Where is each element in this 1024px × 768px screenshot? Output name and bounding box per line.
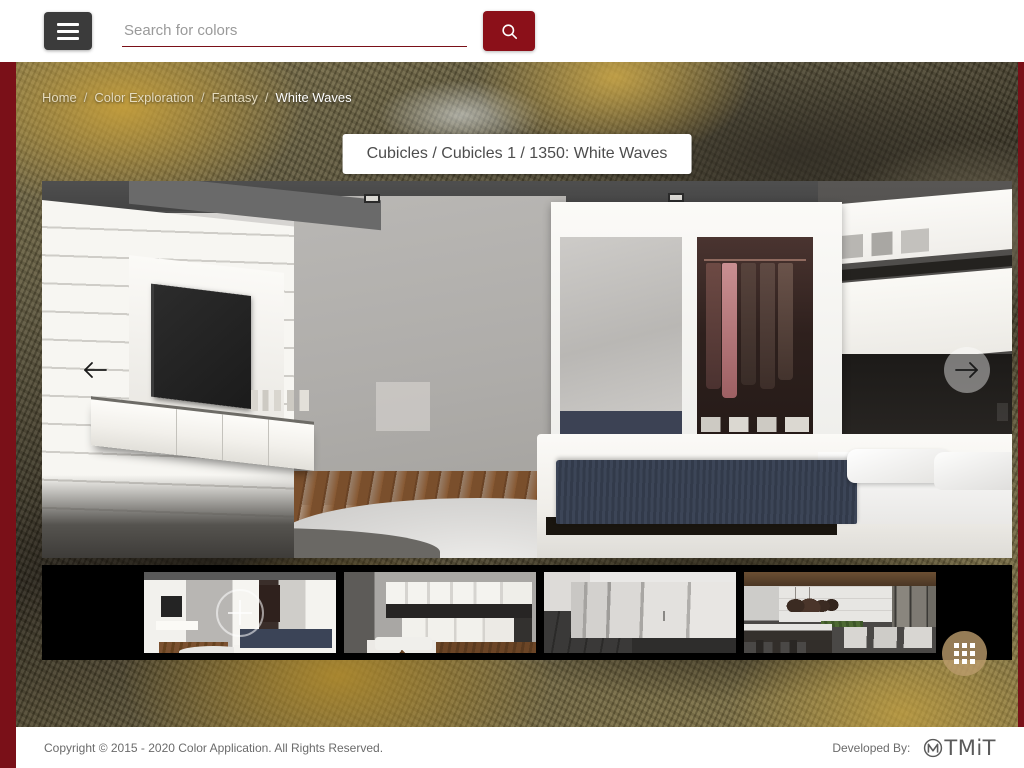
thumbnail-image-cafeteria — [744, 572, 936, 653]
scene-decor-objects — [250, 390, 309, 411]
apps-grid-icon-dot — [954, 643, 959, 648]
thumb-pendant-lamps — [786, 586, 856, 613]
thumbnail-image-kitchen — [344, 572, 536, 653]
scene-ceiling-spotlight — [364, 193, 381, 203]
thumbnail-item-kitchen[interactable] — [344, 572, 536, 653]
scene-wardrobe-mirror — [559, 237, 683, 455]
scene-wardrobe — [551, 201, 843, 474]
scene-headboard-accent — [996, 403, 1009, 422]
breadcrumb-separator: / — [201, 90, 205, 105]
right-rail — [1018, 0, 1024, 768]
scene-garment — [706, 263, 722, 389]
scene-back-wall — [294, 196, 566, 506]
tmit-logo-text: TMiT — [944, 735, 996, 760]
breadcrumb-item-color-exploration[interactable]: Color Exploration — [94, 90, 194, 105]
tmit-logo-mark — [924, 738, 943, 757]
breadcrumb-separator: / — [264, 90, 269, 105]
breadcrumb-item-home[interactable]: Home — [42, 90, 77, 105]
thumb-backsplash — [386, 604, 533, 619]
left-rail — [0, 0, 16, 768]
scene-bed-blanket — [556, 460, 857, 525]
developed-by-block: Developed By: TMiT — [832, 736, 996, 760]
scene-ceiling-spotlight — [667, 193, 684, 203]
thumb-upper-cabinets — [386, 581, 533, 605]
scene-garment — [778, 263, 794, 381]
top-header — [0, 0, 1024, 62]
breadcrumb-item-fantasy[interactable]: Fantasy — [212, 90, 258, 105]
search-field-wrapper — [122, 15, 467, 47]
apps-grid-icon-dot — [954, 651, 959, 656]
thumb-tables — [843, 627, 933, 649]
apps-grid-icon-dot — [970, 651, 975, 656]
scene-left-wall-shadow — [42, 475, 295, 558]
content-area: Home / Color Exploration / Fantasy / Whi… — [16, 62, 1018, 727]
developed-by-label: Developed By: — [832, 740, 911, 755]
app-root: Home / Color Exploration / Fantasy / Whi… — [0, 0, 1024, 768]
apps-grid-icon-dot — [954, 659, 959, 664]
page-footer: Copyright © 2015 - 2020 Color Applicatio… — [16, 727, 1024, 768]
hamburger-icon-bar — [57, 29, 79, 33]
thumb-sideboard — [155, 620, 198, 631]
scene-garment — [722, 263, 738, 398]
breadcrumb-separator: / — [83, 90, 88, 105]
plus-circle-icon — [216, 588, 264, 637]
scene-wardrobe-rod — [703, 258, 807, 261]
apps-grid-icon-dot — [962, 651, 967, 656]
thumb-stools — [755, 640, 833, 653]
apps-grid-icon-dot — [970, 643, 975, 648]
breadcrumb: Home / Color Exploration / Fantasy / Whi… — [42, 90, 352, 105]
scene-wardrobe-open — [696, 237, 814, 455]
next-image-button[interactable] — [944, 346, 990, 393]
thumbnail-strip[interactable] — [42, 565, 1012, 660]
tmit-logo-icon[interactable]: TMiT — [922, 736, 996, 760]
apps-grid-icon-dot — [962, 643, 967, 648]
scene-shoe-shelf — [701, 417, 809, 433]
scene-garment — [759, 263, 775, 389]
arrow-left-icon — [84, 361, 107, 378]
thumb-tv — [161, 596, 183, 618]
hamburger-icon-bar — [57, 22, 79, 26]
search-submit-button[interactable] — [483, 11, 535, 51]
apps-grid-fab-button[interactable] — [942, 631, 987, 676]
copyright-text: Copyright © 2015 - 2020 Color Applicatio… — [44, 740, 384, 755]
apps-grid-icon-dot — [970, 659, 975, 664]
thumbnail-item-cubicles[interactable] — [544, 572, 736, 653]
breadcrumb-item-white-waves[interactable]: White Waves — [276, 90, 352, 105]
thumb-table — [374, 636, 433, 650]
page-title-card: Cubicles / Cubicles 1 / 1350: White Wave… — [342, 134, 692, 174]
search-icon — [501, 23, 517, 39]
scene-wall-panel — [375, 381, 430, 431]
arrow-right-icon — [955, 361, 978, 378]
thumbnail-item-bedroom[interactable] — [144, 572, 336, 653]
image-viewer[interactable] — [42, 181, 1012, 558]
hamburger-icon-bar — [57, 36, 79, 40]
thumb-counter — [744, 623, 833, 642]
previous-image-button[interactable] — [72, 347, 118, 393]
thumb-ceiling-beam — [744, 572, 936, 586]
hamburger-menu-button[interactable] — [44, 12, 92, 50]
thumb-door-handle — [663, 610, 666, 621]
apps-grid-icon-dot — [962, 659, 967, 664]
scene-television — [153, 284, 251, 410]
thumbnail-item-cafeteria[interactable] — [744, 572, 936, 653]
thumbnail-image-cubicles — [544, 572, 736, 653]
search-input[interactable] — [122, 15, 467, 47]
scene-render-bedroom — [42, 181, 1012, 558]
scene-pillow — [934, 452, 1012, 491]
scene-garment — [740, 263, 757, 385]
thumb-cubicle-doors — [570, 581, 736, 639]
thumb-windows — [891, 580, 936, 628]
